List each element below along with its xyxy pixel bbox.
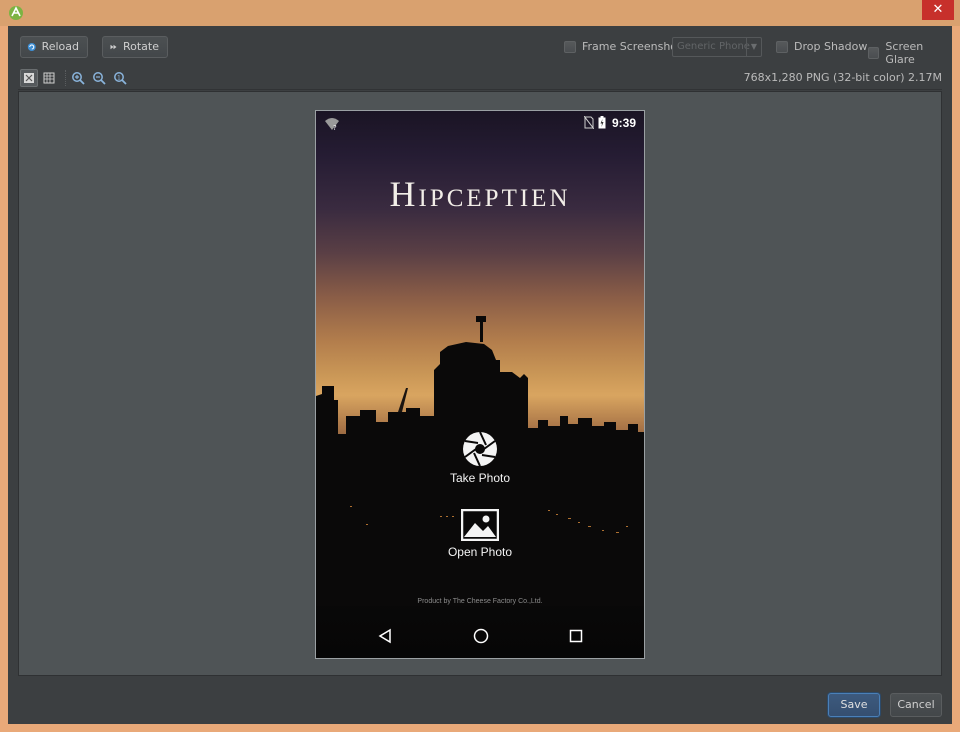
zoom-actual-icon[interactable]: 1 — [111, 69, 129, 87]
take-photo-button[interactable]: Take Photo — [316, 431, 644, 485]
image-info-text: 768x1,280 PNG (32-bit color) 2.17M — [743, 71, 942, 84]
rotate-icon — [110, 44, 117, 50]
window-close-button[interactable]: ✕ — [922, 0, 954, 20]
device-select-value: Generic Phone — [677, 41, 750, 52]
recents-icon[interactable] — [568, 628, 584, 644]
save-button[interactable]: Save — [828, 693, 880, 717]
drop-shadow-checkbox[interactable]: Drop Shadow — [776, 40, 867, 53]
back-icon[interactable] — [377, 628, 393, 644]
window-titlebar: ✕ — [0, 0, 960, 26]
open-photo-button[interactable]: Open Photo — [316, 509, 644, 559]
home-icon[interactable] — [473, 628, 489, 644]
open-photo-label: Open Photo — [447, 545, 513, 559]
cancel-button[interactable]: Cancel — [890, 693, 942, 717]
reload-label: Reload — [41, 40, 79, 53]
android-nav-bar — [316, 614, 644, 658]
reload-button[interactable]: Reload — [20, 36, 88, 58]
screenshot-dialog: Reload Rotate Frame Screenshot Generic P… — [8, 26, 952, 724]
battery-icon — [598, 116, 606, 129]
view-toolbar: 1 768x1,280 PNG (32-bit color) 2.17M — [18, 66, 942, 90]
drop-shadow-box[interactable] — [776, 40, 788, 53]
chevron-down-icon[interactable]: ▼ — [746, 38, 761, 56]
screen-glare-checkbox[interactable]: Screen Glare — [868, 40, 952, 66]
frame-screenshot-checkbox[interactable]: Frame Screenshot — [564, 40, 681, 53]
rotate-button[interactable]: Rotate — [102, 36, 168, 58]
frame-screenshot-box[interactable] — [564, 40, 576, 53]
credit-text: Product by The Cheese Factory Co.,Ltd. — [417, 598, 543, 605]
camera-aperture-icon — [463, 431, 497, 467]
android-studio-icon — [9, 6, 23, 20]
screenshot-preview-area: ? 9:39 Hipceptien Take Photo Open Photo … — [18, 91, 942, 676]
no-sim-icon — [584, 116, 594, 129]
phone-screenshot: ? 9:39 Hipceptien Take Photo Open Photo … — [315, 110, 645, 659]
zoom-out-icon[interactable] — [90, 69, 108, 87]
frame-screenshot-label: Frame Screenshot — [582, 40, 682, 53]
drop-shadow-label: Drop Shadow — [794, 40, 868, 53]
status-clock: 9:39 — [611, 116, 636, 130]
zoom-in-icon[interactable] — [69, 69, 87, 87]
status-bar: ? 9:39 — [316, 111, 644, 135]
reload-icon — [27, 43, 36, 51]
screen-glare-label: Screen Glare — [885, 40, 924, 66]
rotate-label: Rotate — [122, 40, 159, 53]
image-gallery-icon — [461, 509, 499, 541]
fit-icon[interactable] — [20, 69, 38, 87]
toolbar-divider — [65, 70, 66, 86]
svg-text:1: 1 — [117, 75, 121, 82]
screen-glare-box[interactable] — [868, 47, 880, 59]
wifi-icon: ? — [325, 118, 339, 131]
svg-text:?: ? — [333, 124, 337, 131]
actual-size-icon[interactable] — [40, 69, 58, 87]
app-logo: Hipceptien — [389, 174, 571, 214]
take-photo-label: Take Photo — [449, 471, 511, 485]
device-select[interactable]: Generic Phone ▼ — [672, 37, 762, 57]
